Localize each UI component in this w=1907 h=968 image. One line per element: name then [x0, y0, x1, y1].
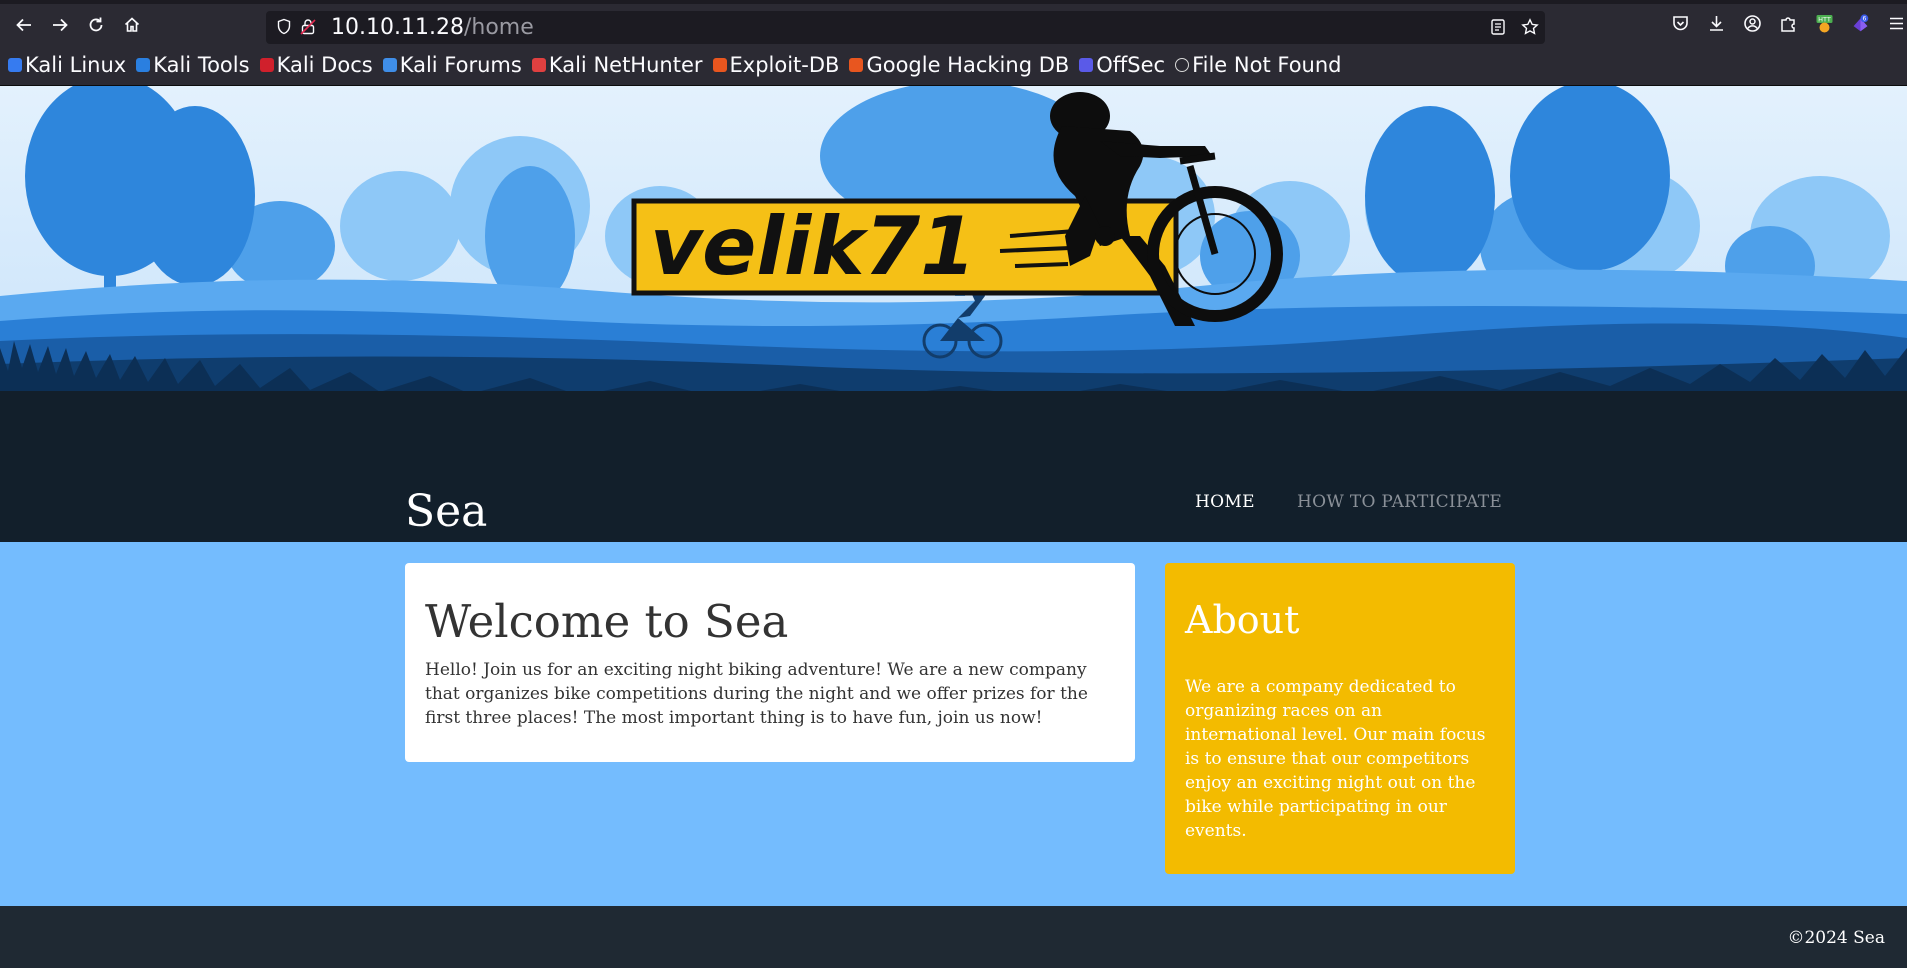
svg-text:HTT: HTT	[1818, 15, 1831, 23]
about-card: About We are a company dedicated to orga…	[1165, 563, 1515, 874]
arrow-right-icon	[53, 18, 68, 32]
bookmark-file-not-found[interactable]: File Not Found	[1175, 52, 1342, 77]
bookmark-exploit-db[interactable]: Exploit-DB	[712, 52, 840, 77]
kali-docs-icon	[259, 57, 274, 72]
app-menu-button[interactable]	[1884, 10, 1907, 36]
nav-home-link[interactable]: HOME	[1195, 492, 1255, 512]
shield-icon[interactable]	[276, 18, 292, 35]
extensions-button[interactable]	[1776, 10, 1800, 36]
forward-button[interactable]	[44, 10, 76, 40]
bookmark-kali-nethunter[interactable]: Kali NetHunter	[531, 52, 703, 77]
bookmark-kali-forums[interactable]: Kali Forums	[382, 52, 522, 77]
back-button[interactable]	[8, 10, 40, 40]
bookmark-label: Kali Linux	[25, 52, 127, 77]
ghdb-icon	[849, 57, 864, 72]
bookmark-label: Google Hacking DB	[866, 52, 1070, 77]
bookmark-label: Kali NetHunter	[548, 52, 703, 77]
bookmark-label: Exploit-DB	[729, 52, 840, 77]
bookmark-google-hacking-db[interactable]: Google Hacking DB	[849, 53, 1069, 77]
puzzle-icon	[1780, 16, 1795, 32]
hero-banner: velik71	[0, 86, 1907, 412]
bookmark-kali-docs[interactable]: Kali Docs	[259, 52, 373, 77]
site-footer	[0, 906, 1907, 968]
kali-dragon-icon	[8, 57, 22, 72]
bookmark-label: OffSec	[1096, 52, 1166, 77]
downloads-button[interactable]	[1704, 10, 1728, 36]
foxyproxy-extension-button[interactable]: 6	[1848, 10, 1872, 36]
arrow-left-icon	[16, 18, 31, 32]
bookmark-offsec[interactable]: OffSec	[1079, 53, 1165, 77]
bookmark-label: Kali Docs	[276, 52, 373, 77]
nav-how-to-participate-link[interactable]: HOW TO PARTICIPATE	[1297, 492, 1502, 512]
pocket-button[interactable]	[1668, 10, 1692, 36]
url-text[interactable]: 10.10.11.28/home	[331, 15, 534, 40]
kali-nethunter-icon	[531, 57, 546, 72]
insecure-lock-icon[interactable]	[300, 18, 316, 35]
site-navbar	[0, 412, 1907, 542]
bookmark-star-icon[interactable]	[1521, 18, 1539, 36]
home-icon	[124, 17, 140, 32]
home-button[interactable]	[116, 10, 148, 40]
kali-forums-icon	[382, 57, 397, 72]
site-brand[interactable]: Sea	[405, 486, 487, 537]
welcome-title: Welcome to Sea	[425, 595, 789, 648]
download-icon	[1709, 15, 1723, 31]
reader-view-icon[interactable]	[1489, 18, 1507, 36]
hackbar-extension-button[interactable]: HTT	[1812, 10, 1836, 36]
about-text: We are a company dedicated to organizing…	[1185, 677, 1486, 841]
reload-button[interactable]	[80, 10, 112, 40]
hero-illustration: velik71	[0, 86, 1907, 412]
bookmark-label: Kali Tools	[153, 52, 250, 77]
logo-text: velik71	[650, 200, 976, 293]
foxyproxy-icon: 6	[1853, 13, 1868, 31]
url-host: 10.10.11.28	[331, 15, 464, 40]
exploit-db-icon	[712, 57, 727, 72]
hackbar-icon: HTT	[1816, 14, 1832, 32]
url-bar[interactable]: 10.10.11.28/home	[266, 11, 1545, 44]
welcome-text: Hello! Join us for an exciting night bik…	[425, 660, 1088, 728]
pocket-icon	[1672, 15, 1688, 30]
extension-badge: 6	[1862, 15, 1866, 22]
browser-toolbar: 10.10.11.28/home HTT 6	[0, 4, 1907, 44]
globe-icon	[1175, 57, 1190, 72]
bookmark-label: File Not Found	[1192, 52, 1342, 77]
account-icon	[1743, 14, 1761, 32]
welcome-card: Welcome to Sea Hello! Join us for an exc…	[405, 563, 1135, 762]
about-title: About	[1185, 598, 1300, 642]
reload-icon	[89, 17, 103, 32]
bookmarks-toolbar: Kali Linux Kali Tools Kali Docs Kali Forums…	[0, 44, 1907, 86]
bookmark-kali-tools[interactable]: Kali Tools	[136, 52, 250, 77]
offsec-icon	[1079, 57, 1094, 72]
copyright-text: ©2024 Sea	[1787, 928, 1885, 948]
url-path: /home	[463, 15, 534, 40]
bookmark-label: Kali Forums	[399, 52, 522, 77]
account-button[interactable]	[1740, 10, 1764, 36]
bookmark-kali-linux[interactable]: Kali Linux	[8, 53, 126, 77]
kali-tools-icon	[136, 57, 151, 72]
hamburger-menu-icon	[1889, 17, 1903, 29]
